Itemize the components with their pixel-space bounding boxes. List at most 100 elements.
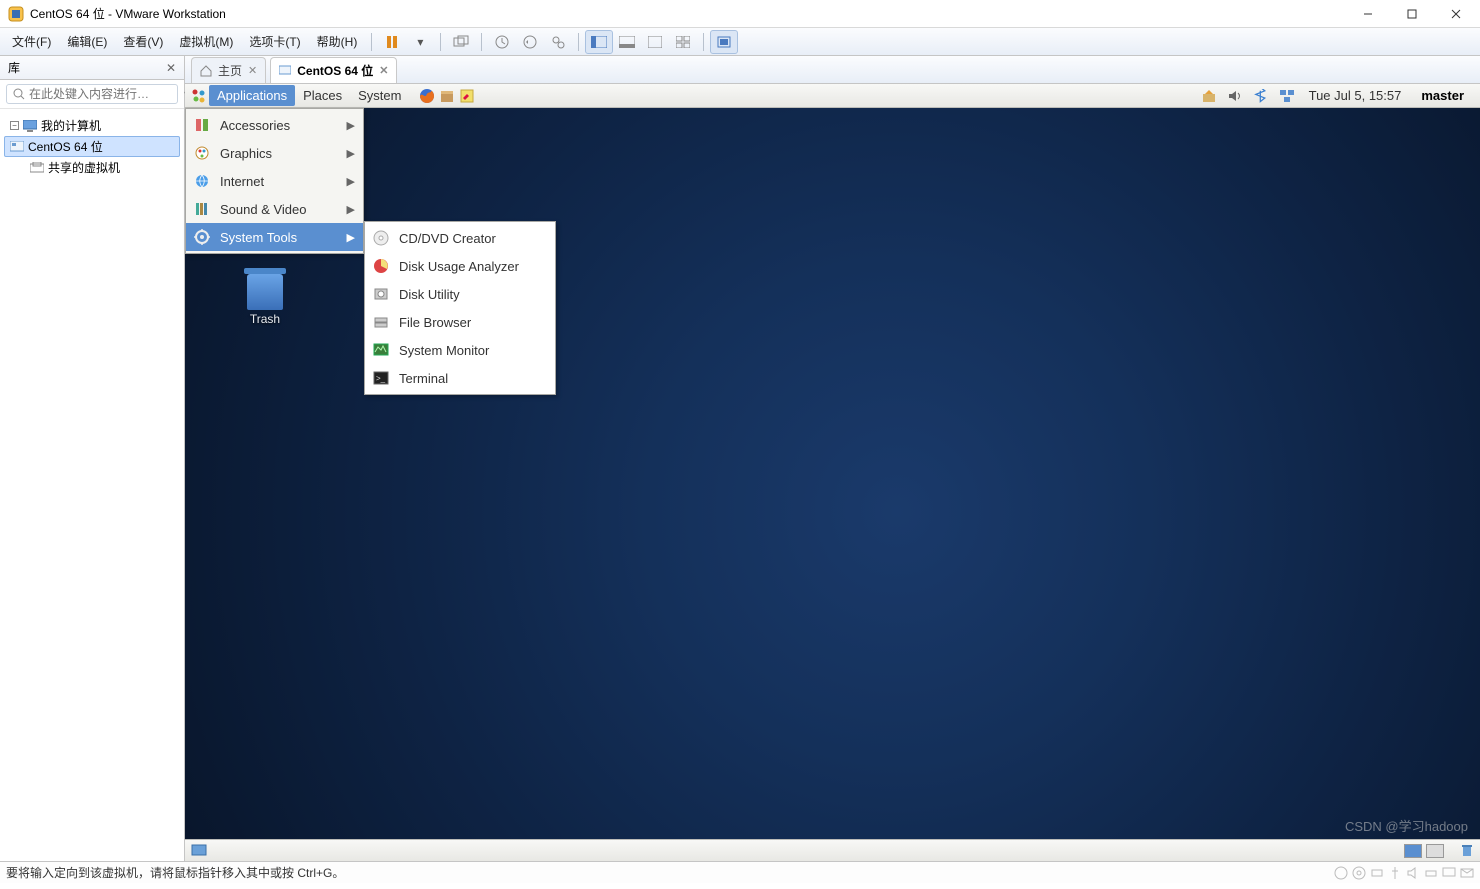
volume-icon[interactable]: [1225, 86, 1245, 106]
tree-shared-vms[interactable]: 共享的虚拟机: [4, 157, 180, 178]
collapse-icon[interactable]: −: [10, 121, 19, 130]
device-printer-icon[interactable]: [1424, 866, 1438, 880]
system-tools-icon: [194, 229, 210, 245]
main-area: 主页 ✕ CentOS 64 位 ✕ Applications Places S…: [185, 56, 1480, 861]
package-manager-icon[interactable]: [437, 86, 457, 106]
submenu-file-browser[interactable]: File Browser: [365, 308, 555, 336]
device-disk-icon[interactable]: [1334, 866, 1348, 880]
vm-tree: − 我的计算机 CentOS 64 位 共享的虚拟机: [0, 109, 184, 861]
menu-sound-video[interactable]: Sound & Video ▶: [186, 195, 363, 223]
device-cd-icon[interactable]: [1352, 866, 1366, 880]
disc-icon: [373, 230, 389, 246]
submenu-label: System Monitor: [399, 343, 489, 358]
menu-label: Accessories: [220, 118, 290, 133]
menu-internet[interactable]: Internet ▶: [186, 167, 363, 195]
tree-label: 共享的虚拟机: [48, 159, 120, 176]
watermark: CSDN @学习hadoop: [1345, 816, 1468, 835]
menu-file[interactable]: 文件(F): [4, 29, 59, 54]
sidebar-close-button[interactable]: ✕: [166, 61, 176, 75]
terminal-icon: >_: [373, 370, 389, 386]
menu-system[interactable]: System: [350, 85, 409, 106]
monitor-icon: [23, 120, 37, 132]
graphics-icon: [194, 145, 210, 161]
notes-icon[interactable]: [457, 86, 477, 106]
system-tools-submenu: CD/DVD Creator Disk Usage Analyzer Disk …: [364, 221, 556, 395]
show-desktop-icon[interactable]: [191, 844, 207, 858]
menu-view[interactable]: 查看(V): [115, 29, 171, 54]
disk-usage-icon: [373, 258, 389, 274]
user-menu[interactable]: master: [1413, 88, 1472, 103]
trash-panel-icon[interactable]: [1460, 844, 1474, 858]
device-network-icon[interactable]: [1370, 866, 1384, 880]
search-input[interactable]: [29, 87, 184, 101]
sidebar-header: 库 ✕: [0, 56, 184, 80]
maximize-button[interactable]: [1390, 1, 1434, 27]
bluetooth-icon[interactable]: [1251, 86, 1271, 106]
view-sidebar-button[interactable]: [585, 30, 613, 54]
message-icon[interactable]: [1460, 866, 1474, 880]
menu-system-tools[interactable]: System Tools ▶: [186, 223, 363, 251]
workspace-2[interactable]: [1426, 844, 1444, 858]
close-button[interactable]: [1434, 1, 1478, 27]
vm-console[interactable]: Applications Places System Tue Jul 5, 15…: [185, 84, 1480, 861]
device-display-icon[interactable]: [1442, 866, 1456, 880]
system-monitor-icon: [373, 342, 389, 358]
view-console-button[interactable]: [613, 30, 641, 54]
submenu-disk-utility[interactable]: Disk Utility: [365, 280, 555, 308]
revert-snapshot-button[interactable]: [516, 30, 544, 54]
sidebar-title: 库: [8, 59, 20, 76]
toolbar-dropdown[interactable]: ▾: [406, 30, 434, 54]
pause-button[interactable]: [378, 30, 406, 54]
menu-places[interactable]: Places: [295, 85, 350, 106]
icon-label: Trash: [250, 312, 280, 326]
firefox-icon[interactable]: [417, 86, 437, 106]
fullscreen-button[interactable]: [641, 30, 669, 54]
menu-edit[interactable]: 编辑(E): [59, 29, 115, 54]
unity-button[interactable]: [669, 30, 697, 54]
tree-label: CentOS 64 位: [28, 138, 103, 155]
tab-close-icon[interactable]: ✕: [379, 64, 388, 77]
network-icon[interactable]: [1277, 86, 1297, 106]
home-icon: [200, 65, 212, 77]
snapshot-button[interactable]: [488, 30, 516, 54]
tab-close-icon[interactable]: ✕: [248, 64, 257, 77]
clock[interactable]: Tue Jul 5, 15:57: [1303, 88, 1408, 103]
submenu-disk-usage-analyzer[interactable]: Disk Usage Analyzer: [365, 252, 555, 280]
submenu-cd-dvd-creator[interactable]: CD/DVD Creator: [365, 224, 555, 252]
menu-accessories[interactable]: Accessories ▶: [186, 111, 363, 139]
minimize-button[interactable]: [1346, 1, 1390, 27]
workspace-1[interactable]: [1404, 844, 1422, 858]
snapshot-manager-button[interactable]: [544, 30, 572, 54]
search-box[interactable]: ▾: [6, 84, 178, 104]
submenu-label: File Browser: [399, 315, 471, 330]
device-sound-icon[interactable]: [1406, 866, 1420, 880]
app-icon: [8, 6, 24, 22]
update-icon[interactable]: [1199, 86, 1219, 106]
desktop-trash[interactable]: Trash: [247, 274, 283, 326]
menu-help[interactable]: 帮助(H): [309, 29, 366, 54]
device-usb-icon[interactable]: [1388, 866, 1402, 880]
submenu-system-monitor[interactable]: System Monitor: [365, 336, 555, 364]
menu-graphics[interactable]: Graphics ▶: [186, 139, 363, 167]
stretch-guest-button[interactable]: [710, 30, 738, 54]
applications-menu: Accessories ▶ Graphics ▶ Internet ▶ Soun…: [185, 108, 364, 254]
internet-icon: [194, 173, 210, 189]
menu-vm[interactable]: 虚拟机(M): [171, 29, 241, 54]
tree-vm-centos[interactable]: CentOS 64 位: [4, 136, 180, 157]
menu-applications[interactable]: Applications: [209, 85, 295, 106]
status-hint: 要将输入定向到该虚拟机，请将鼠标指针移入其中或按 Ctrl+G。: [6, 864, 344, 881]
gnome-foot-icon: [189, 86, 209, 106]
send-ctrl-alt-del-button[interactable]: [447, 30, 475, 54]
menu-tabs[interactable]: 选项卡(T): [241, 29, 308, 54]
vm-icon: [10, 141, 24, 153]
chevron-right-icon: ▶: [347, 147, 355, 160]
tree-root-my-computer[interactable]: − 我的计算机: [4, 115, 180, 136]
tab-home[interactable]: 主页 ✕: [191, 57, 266, 83]
submenu-label: Terminal: [399, 371, 448, 386]
submenu-terminal[interactable]: >_ Terminal: [365, 364, 555, 392]
library-sidebar: 库 ✕ ▾ − 我的计算机 CentOS 64 位: [0, 56, 185, 861]
trash-icon: [247, 274, 283, 310]
file-browser-icon: [373, 314, 389, 330]
tab-vm-centos[interactable]: CentOS 64 位 ✕: [270, 57, 397, 83]
sound-video-icon: [194, 201, 210, 217]
